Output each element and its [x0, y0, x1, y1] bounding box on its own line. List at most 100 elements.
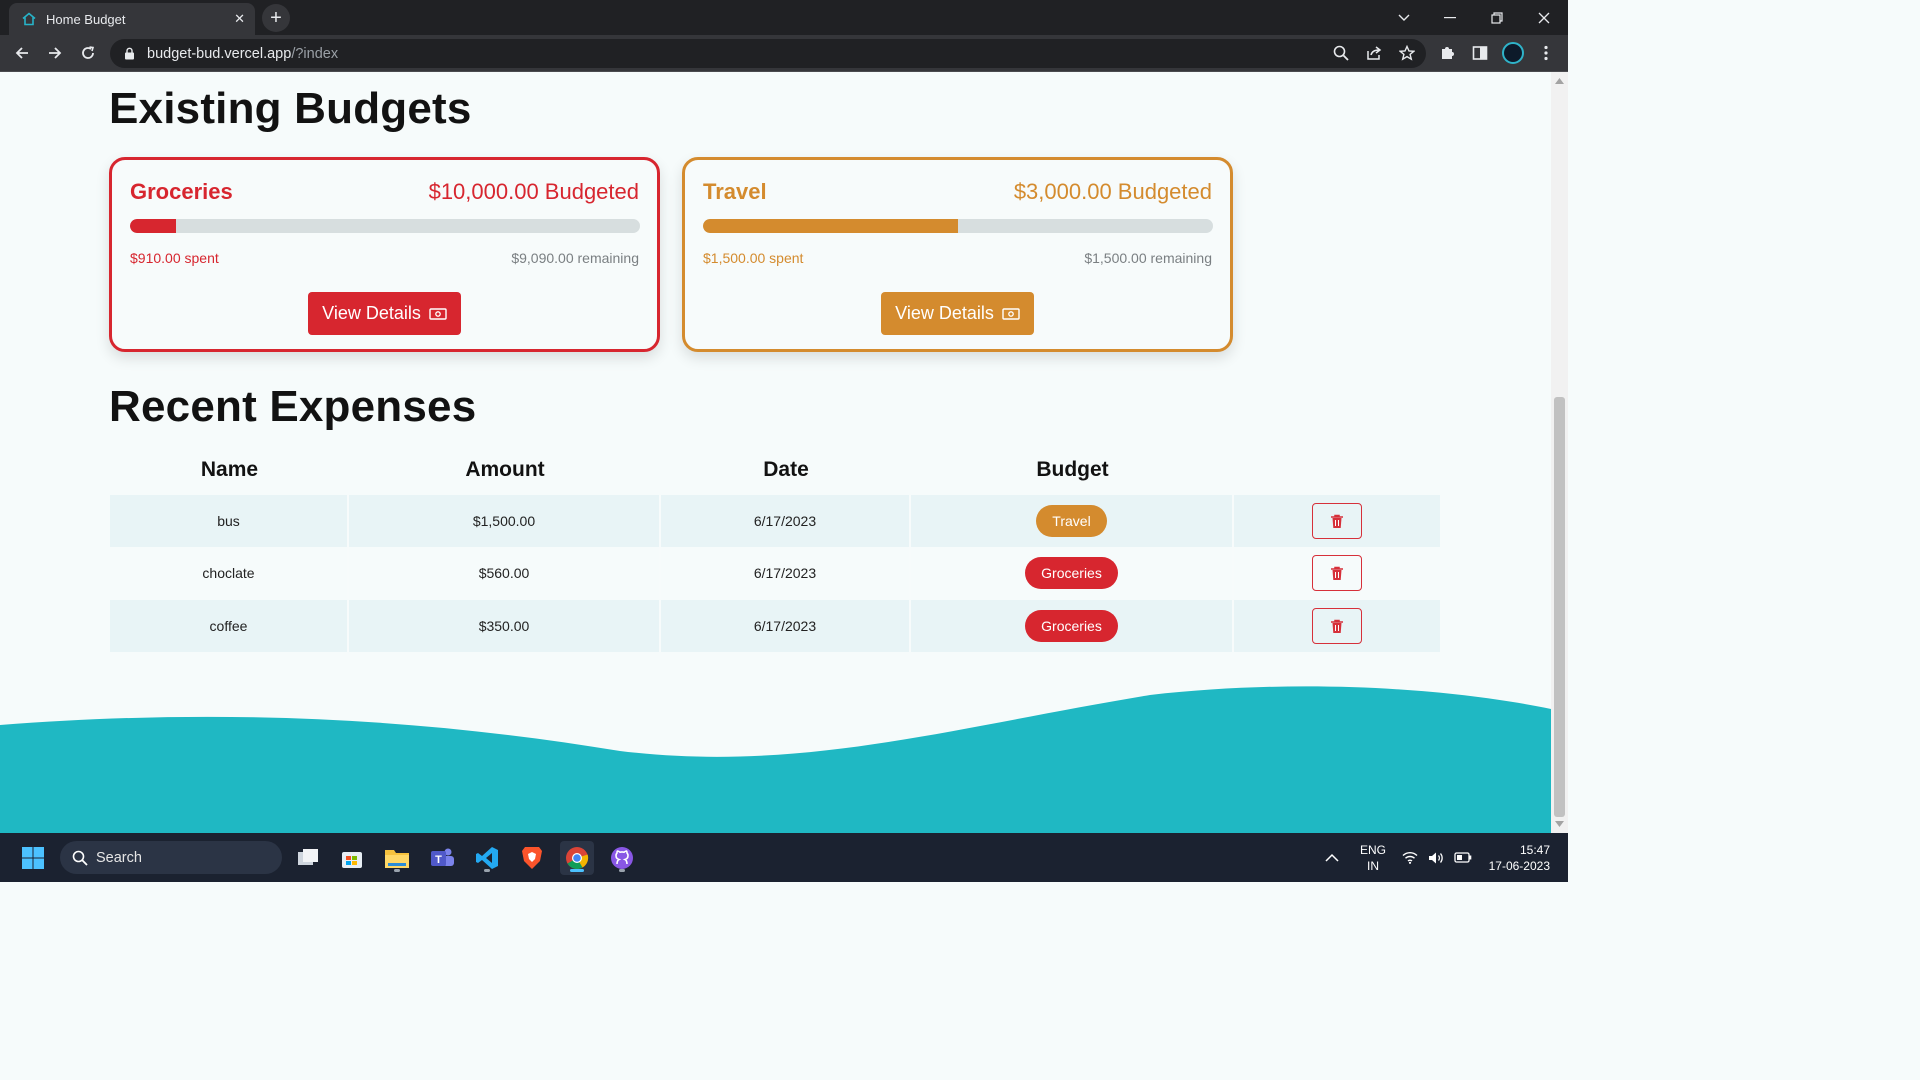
- expense-name: choclate: [110, 547, 349, 599]
- teams-icon[interactable]: T: [425, 841, 459, 875]
- trash-icon: [1331, 619, 1343, 633]
- page-content: Existing Budgets Groceries $10,000.00 Bu…: [0, 72, 1551, 833]
- budget-progress-fill: [703, 219, 958, 233]
- browser-tab-strip: Home Budget ✕ +: [0, 0, 1568, 35]
- column-header-budget: Budget: [1036, 458, 1109, 481]
- delete-expense-button[interactable]: [1312, 503, 1362, 539]
- scroll-up-arrow-icon[interactable]: [1555, 78, 1564, 84]
- scroll-down-arrow-icon[interactable]: [1555, 821, 1564, 827]
- language-indicator[interactable]: ENG IN: [1358, 833, 1388, 882]
- existing-budgets-heading: Existing Budgets: [109, 84, 472, 133]
- delete-expense-button[interactable]: [1312, 608, 1362, 644]
- expense-date: 6/17/2023: [661, 495, 911, 547]
- address-bar[interactable]: budget-bud.vercel.app/?index: [110, 39, 1426, 68]
- taskbar-search[interactable]: Search: [60, 841, 282, 874]
- bookmark-star-icon[interactable]: [1394, 40, 1420, 66]
- trash-icon: [1331, 514, 1343, 528]
- browser-tab[interactable]: Home Budget ✕: [9, 3, 255, 35]
- microsoft-store-icon[interactable]: [335, 841, 369, 875]
- page-scrollbar[interactable]: [1551, 72, 1568, 833]
- column-header-amount: Amount: [465, 458, 545, 481]
- expense-budget-cell: Groceries: [911, 600, 1234, 652]
- budget-card-travel: Travel $3,000.00 Budgeted $1,500.00 spen…: [682, 157, 1233, 352]
- search-icon: [72, 850, 88, 866]
- clock-date: 17-06-2023: [1488, 858, 1550, 873]
- wifi-icon: [1402, 851, 1418, 864]
- budget-link-pill[interactable]: Groceries: [1025, 610, 1118, 642]
- table-row: coffee $350.00 6/17/2023 Groceries: [110, 600, 1440, 652]
- table-row: choclate $560.00 6/17/2023 Groceries: [110, 547, 1440, 599]
- budget-remaining: $1,500.00 remaining: [1084, 250, 1212, 266]
- brave-browser-icon[interactable]: [515, 841, 549, 875]
- svg-text:T: T: [435, 854, 442, 866]
- budget-amount: $3,000.00 Budgeted: [1013, 179, 1212, 204]
- reload-icon[interactable]: [75, 40, 101, 66]
- expense-actions-cell: [1234, 495, 1440, 547]
- clock-time: 15:47: [1519, 842, 1550, 857]
- lock-icon[interactable]: [124, 47, 135, 60]
- url-path: /?index: [291, 45, 339, 62]
- expense-budget-cell: Groceries: [911, 547, 1234, 599]
- file-explorer-icon[interactable]: [380, 841, 414, 875]
- view-details-button[interactable]: View Details: [881, 292, 1034, 335]
- chrome-icon[interactable]: [560, 841, 594, 875]
- chrome-menu-icon[interactable]: [1533, 40, 1559, 66]
- decorative-wave: [0, 686, 1551, 833]
- tab-title: Home Budget: [46, 11, 126, 27]
- home-icon: [22, 12, 36, 26]
- table-row: bus $1,500.00 6/17/2023 Travel: [110, 495, 1440, 547]
- expense-actions-cell: [1234, 600, 1440, 652]
- close-window-icon[interactable]: [1524, 0, 1564, 35]
- zoom-icon[interactable]: [1328, 40, 1354, 66]
- column-header-name: Name: [200, 458, 259, 481]
- share-icon[interactable]: [1361, 40, 1387, 66]
- tab-search-chevron-icon[interactable]: [1384, 0, 1424, 35]
- restore-icon[interactable]: [1477, 0, 1517, 35]
- banknote-icon: [1002, 307, 1020, 320]
- close-tab-icon[interactable]: ✕: [234, 11, 245, 27]
- banknote-icon: [429, 307, 447, 320]
- expense-amount: $560.00: [349, 547, 661, 599]
- github-desktop-icon[interactable]: [605, 841, 639, 875]
- extensions-puzzle-icon[interactable]: [1434, 40, 1460, 66]
- budget-link-pill[interactable]: Travel: [1036, 505, 1107, 537]
- volume-icon: [1429, 852, 1443, 863]
- budget-amount: $10,000.00 Budgeted: [428, 179, 639, 204]
- windows-start-icon[interactable]: [16, 841, 50, 875]
- back-arrow-icon[interactable]: [9, 40, 35, 66]
- scrollbar-thumb[interactable]: [1554, 397, 1565, 817]
- budget-link-pill[interactable]: Groceries: [1025, 557, 1118, 589]
- view-details-button[interactable]: View Details: [308, 292, 461, 335]
- minimize-icon[interactable]: [1430, 0, 1470, 35]
- expense-amount: $1,500.00: [349, 495, 661, 547]
- view-details-label: View Details: [895, 303, 994, 323]
- expense-budget-cell: Travel: [911, 495, 1234, 547]
- budget-spent: $1,500.00 spent: [703, 250, 804, 266]
- active-indicator: [570, 869, 584, 872]
- browser-toolbar: budget-bud.vercel.app/?index: [0, 35, 1568, 72]
- side-panel-icon[interactable]: [1467, 40, 1493, 66]
- running-indicator: [394, 869, 400, 872]
- new-tab-button[interactable]: +: [262, 4, 290, 32]
- clock[interactable]: 15:47 17-06-2023: [1482, 833, 1550, 882]
- running-indicator: [619, 869, 625, 872]
- budget-card-groceries: Groceries $10,000.00 Budgeted $910.00 sp…: [109, 157, 660, 352]
- expense-amount: $350.00: [349, 600, 661, 652]
- tray-overflow-chevron-icon[interactable]: [1325, 833, 1339, 882]
- expense-date: 6/17/2023: [661, 600, 911, 652]
- vscode-icon[interactable]: [470, 841, 504, 875]
- recent-expenses-heading: Recent Expenses: [109, 382, 477, 431]
- column-header-date: Date: [763, 458, 809, 481]
- task-view-icon[interactable]: [291, 841, 325, 875]
- budget-spent: $910.00 spent: [130, 250, 219, 266]
- expense-date: 6/17/2023: [661, 547, 911, 599]
- battery-icon: [1454, 852, 1472, 863]
- forward-arrow-icon[interactable]: [42, 40, 68, 66]
- profile-avatar[interactable]: [1502, 42, 1524, 64]
- language-line1: ENG: [1359, 842, 1386, 857]
- expense-actions-cell: [1234, 547, 1440, 599]
- system-tray-icons[interactable]: [1402, 833, 1472, 882]
- budget-name: Groceries: [130, 179, 233, 204]
- column-header-actions: [1234, 458, 1440, 494]
- delete-expense-button[interactable]: [1312, 555, 1362, 591]
